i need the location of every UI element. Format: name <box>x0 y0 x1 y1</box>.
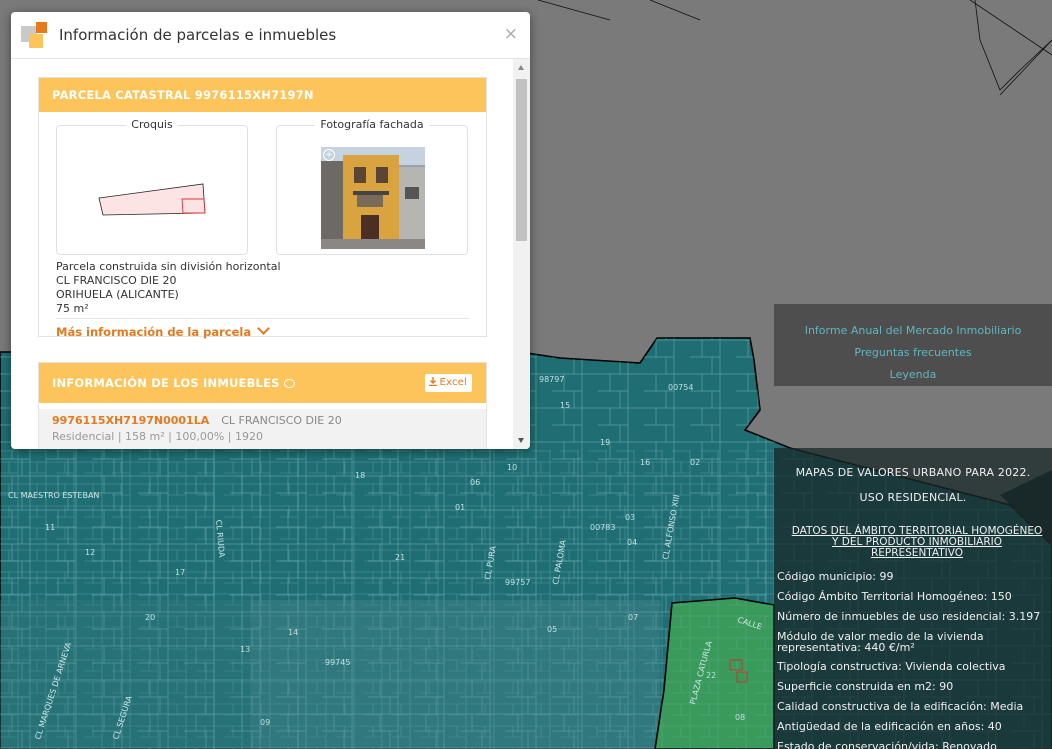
dialog-title: Información de parcelas e inmuebles <box>59 26 337 44</box>
map-block-label: 21 <box>395 553 405 562</box>
info-row: Módulo de valor medio de la vivienda rep… <box>777 630 984 654</box>
zoom-icon[interactable]: + <box>323 149 335 161</box>
scroll-up-icon[interactable] <box>518 65 524 70</box>
layers-icon <box>21 22 47 48</box>
map-block-label: 98797 <box>539 375 564 384</box>
facade-photo-box: Fotografía fachada + <box>276 118 468 255</box>
parcel-street: CL FRANCISCO DIE 20 <box>56 274 177 287</box>
map-block-label: 17 <box>175 568 185 577</box>
excel-export-button[interactable]: Excel <box>424 374 472 392</box>
unit-row[interactable]: 9976115XH7197N0001LA CL FRANCISCO DIE 20 … <box>39 409 486 449</box>
dialog-header[interactable]: Información de parcelas e inmuebles × <box>11 12 530 59</box>
map-block-label: 00783 <box>590 523 615 532</box>
map-block-label: 12 <box>85 548 95 557</box>
map-block-label: 20 <box>145 613 155 622</box>
map-block-label: 05 <box>547 625 557 634</box>
scrollbar-thumb[interactable] <box>516 79 527 241</box>
more-parcel-info-label: Más información de la parcela <box>56 325 252 339</box>
map-block-label: 13 <box>240 645 250 654</box>
croquis-box: Croquis <box>56 118 248 255</box>
info-title-line: MAPAS DE VALORES URBANO PARA 2022. <box>795 466 1031 479</box>
parcel-area: 75 m² <box>56 302 89 315</box>
parcel-card: PARCELA CATASTRAL 9976115XH7197N Croquis… <box>38 77 487 339</box>
map-links-panel: Informe Anual del Mercado Inmobiliario P… <box>774 304 1052 386</box>
unit-reference-link[interactable]: 9976115XH7197N0001LA <box>52 414 209 427</box>
divider <box>56 318 469 319</box>
info-row: Superficie construida en m2: 90 <box>777 680 954 693</box>
info-panel-subtitle: DATOS DEL ÁMBITO TERRITORIAL HOMOGÉNEO Y… <box>791 525 1043 559</box>
parcel-info-dialog: Información de parcelas e inmuebles × PA… <box>11 12 530 449</box>
map-block-label: 16 <box>640 458 650 467</box>
parcel-city: ORIHUELA (ALICANTE) <box>56 288 179 301</box>
map-block-label: 00754 <box>668 383 693 392</box>
units-card: INFORMACIÓN DE LOS INMUEBLES Excel 99761… <box>38 362 487 449</box>
units-band-title: INFORMACIÓN DE LOS INMUEBLES <box>52 376 280 390</box>
info-panel-rows: Código municipio: 99 Código Ámbito Terri… <box>774 567 1052 749</box>
photo-label: Fotografía fachada <box>315 118 429 131</box>
map-block-label: 15 <box>560 401 570 410</box>
map-block-label: 04 <box>627 538 637 547</box>
map-block-label: 11 <box>45 523 55 532</box>
map-block-label: 07 <box>628 613 638 622</box>
zone-highlight <box>250 600 660 749</box>
info-title-line: USO RESIDENCIAL. <box>859 491 967 504</box>
map-street-label: CL MAESTRO ESTEBAN <box>8 491 99 500</box>
map-block-label: 99745 <box>325 658 350 667</box>
parcel-sketch[interactable] <box>57 126 247 254</box>
chevron-down-icon <box>257 322 270 335</box>
dialog-scrollbar[interactable] <box>513 59 530 449</box>
dialog-content[interactable]: PARCELA CATASTRAL 9976115XH7197N Croquis… <box>11 59 530 449</box>
info-panel-title: MAPAS DE VALORES URBANO PARA 2022. USO R… <box>774 460 1052 510</box>
parcel-band-title: PARCELA CATASTRAL 9976115XH7197N <box>39 78 486 112</box>
info-row: Código Ámbito Territorial Homogéneo: 150 <box>777 590 1012 603</box>
close-icon[interactable]: × <box>504 24 518 44</box>
map-block-label: 10 <box>507 463 517 472</box>
excel-label: Excel <box>439 377 467 388</box>
info-row: Calidad constructiva de la edificación: … <box>777 700 1024 713</box>
map-block-label: 06 <box>470 478 480 487</box>
info-row: Estado de conservación/vida: Renovado <box>777 740 997 749</box>
map-block-label: 03 <box>625 513 635 522</box>
parcel-type: Parcela construida sin división horizont… <box>56 260 281 273</box>
comment-icon[interactable] <box>283 379 295 388</box>
map-block-label: 01 <box>455 503 465 512</box>
map-block-label: 99757 <box>505 578 530 587</box>
map-block-label: 14 <box>288 628 298 637</box>
zone-info-panel: MAPAS DE VALORES URBANO PARA 2022. USO R… <box>774 448 1052 749</box>
unit-address: CL FRANCISCO DIE 20 <box>221 414 342 427</box>
more-parcel-info-link[interactable]: Más información de la parcela <box>56 322 270 339</box>
info-row: Código municipio: 99 <box>777 570 894 583</box>
legend-link[interactable]: Leyenda <box>774 364 1052 386</box>
map-block-label: 02 <box>690 458 700 467</box>
info-row: Antigüedad de la edificación en años: 40 <box>777 720 1002 733</box>
scroll-down-icon[interactable] <box>518 438 524 443</box>
map-block-label: 18 <box>355 471 365 480</box>
units-band: INFORMACIÓN DE LOS INMUEBLES Excel <box>39 363 486 403</box>
map-block-label: 19 <box>600 438 610 447</box>
download-icon <box>428 377 437 386</box>
info-row: Tipología constructiva: Vivienda colecti… <box>777 660 1006 673</box>
annual-report-link[interactable]: Informe Anual del Mercado Inmobiliario <box>774 320 1052 342</box>
faq-link[interactable]: Preguntas frecuentes <box>774 342 1052 364</box>
map-block-label: 09 <box>260 718 270 727</box>
parcel-address: Parcela construida sin división horizont… <box>56 260 281 316</box>
map-block-label: 22 <box>706 671 716 680</box>
unit-meta: Residencial | 158 m² | 100,00% | 1920 <box>52 430 263 443</box>
facade-photo[interactable]: + <box>321 147 425 249</box>
map-block-label: 08 <box>735 713 745 722</box>
info-row: Número de inmuebles de uso residencial: … <box>777 610 1041 623</box>
